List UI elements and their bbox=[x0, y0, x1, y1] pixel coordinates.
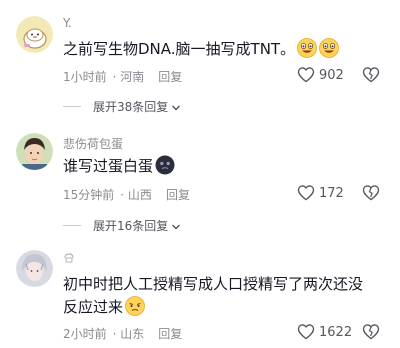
comment-text: 谁写过蛋白蛋 bbox=[63, 155, 363, 182]
comment-text-body: 谁写过蛋白蛋 bbox=[63, 157, 154, 175]
comment-location: · 河南 bbox=[112, 70, 145, 84]
comment-location: · 山西 bbox=[120, 188, 152, 202]
broken-heart-icon bbox=[362, 185, 380, 201]
comment-location: · 山东 bbox=[112, 327, 145, 341]
expand-replies-label: 展开16条回复 bbox=[93, 219, 169, 233]
avatar[interactable] bbox=[16, 16, 53, 53]
comment-meta: 1小时前 · 河南 回复 bbox=[63, 68, 182, 85]
comment-location-text: 山西 bbox=[127, 188, 152, 202]
heart-icon bbox=[297, 67, 315, 83]
avatar[interactable] bbox=[16, 250, 53, 287]
like-count: 172 bbox=[319, 186, 344, 201]
dark-face-icon bbox=[155, 155, 175, 182]
comment-username[interactable] bbox=[63, 252, 75, 267]
chevron-down-icon bbox=[172, 224, 181, 230]
comment-username[interactable]: 悲伤荷包蛋 bbox=[63, 135, 123, 152]
comment-meta: 15分钟前 · 山西 回复 bbox=[63, 186, 190, 203]
comment-username[interactable]: Y. bbox=[63, 16, 72, 30]
like-button[interactable]: 902 bbox=[297, 66, 344, 83]
comment-text: 之前写生物DNA.脑一抽写成TNT。 bbox=[63, 38, 363, 65]
reply-button[interactable]: 回复 bbox=[166, 186, 190, 203]
chevron-down-icon bbox=[172, 105, 181, 111]
grinning-face-icon bbox=[319, 38, 339, 65]
comment-item: 初中时把人工授精写成人口授精写了两次还没反应过来 2小时前 · 山东 回复 1622 bbox=[0, 235, 400, 348]
avatar[interactable] bbox=[16, 133, 53, 170]
broken-heart-icon bbox=[362, 324, 380, 340]
comment-location-text: 河南 bbox=[120, 70, 145, 84]
dislike-button[interactable] bbox=[362, 323, 380, 344]
expand-replies-label: 展开38条回复 bbox=[93, 100, 169, 114]
comment-text-body: 初中时把人工授精写成人口授精写了两次还没反应过来 bbox=[63, 275, 364, 316]
comment-time: 2小时前 bbox=[63, 327, 107, 341]
broken-heart-icon bbox=[362, 67, 380, 83]
comment-location-text: 山东 bbox=[120, 327, 145, 341]
awkward-face-icon bbox=[125, 296, 145, 323]
like-button[interactable]: 1622 bbox=[297, 323, 352, 340]
reply-button[interactable]: 回复 bbox=[158, 68, 182, 85]
comment-time: 1小时前 bbox=[63, 70, 107, 84]
expand-replies-button[interactable]: 展开16条回复 bbox=[63, 217, 181, 234]
heart-icon bbox=[297, 185, 315, 201]
like-count: 1622 bbox=[319, 325, 353, 340]
dislike-button[interactable] bbox=[362, 184, 380, 205]
reply-button[interactable]: 回复 bbox=[158, 325, 182, 342]
comment-text-body: 之前写生物DNA.脑一抽写成TNT。 bbox=[63, 40, 296, 58]
comment-time: 15分钟前 bbox=[63, 188, 115, 202]
comment-item: 悲伤荷包蛋 谁写过蛋白蛋 15分钟前 · 山西 回复 172 展开16条回复 bbox=[0, 120, 400, 235]
expand-divider bbox=[63, 106, 81, 107]
heart-icon bbox=[297, 324, 315, 340]
expand-divider bbox=[63, 225, 81, 226]
expand-replies-button[interactable]: 展开38条回复 bbox=[63, 98, 181, 115]
like-button[interactable]: 172 bbox=[297, 184, 344, 201]
dislike-button[interactable] bbox=[362, 66, 380, 87]
comment-item: Y. 之前写生物DNA.脑一抽写成TNT。 1小时前 · 河南 回复 902 展开3… bbox=[0, 0, 400, 120]
grinning-face-icon bbox=[297, 38, 317, 65]
user-badge-icon bbox=[64, 253, 74, 263]
comment-meta: 2小时前 · 山东 回复 bbox=[63, 325, 182, 342]
comment-text: 初中时把人工授精写成人口授精写了两次还没反应过来 bbox=[63, 273, 363, 323]
like-count: 902 bbox=[319, 68, 344, 83]
